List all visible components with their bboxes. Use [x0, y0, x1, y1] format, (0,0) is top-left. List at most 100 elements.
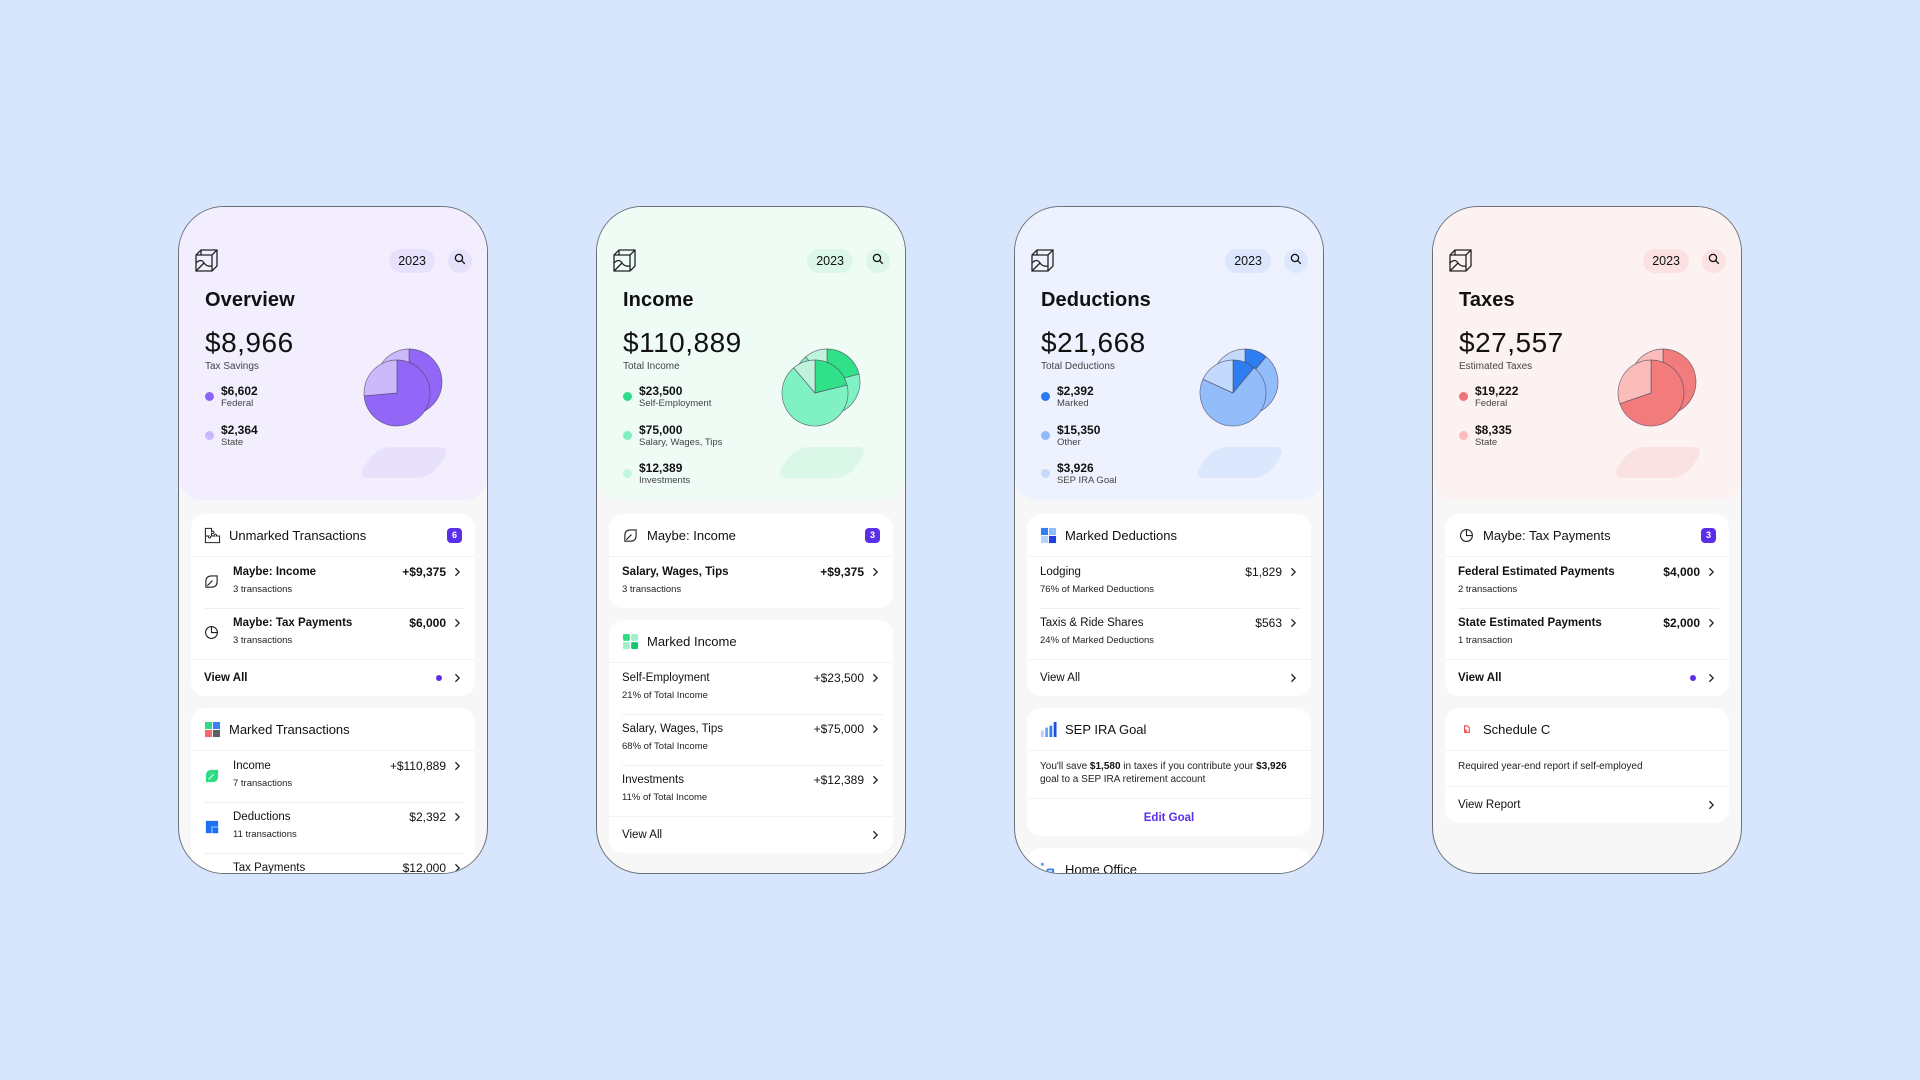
legend-text: $2,364 State	[221, 422, 258, 448]
pie-chart-svg	[781, 348, 861, 427]
list-row[interactable]: Self-Employment 21% of Total Income +$23,5…	[609, 663, 893, 714]
text-fragment: goal to a SEP IRA retirement account	[1040, 773, 1206, 785]
chevron-right-icon	[1288, 616, 1298, 630]
chevron-right-icon	[452, 759, 462, 773]
year-selector[interactable]: 2023	[1225, 249, 1271, 273]
row-title: Federal Estimated Payments	[1458, 566, 1615, 578]
search-icon	[1708, 252, 1720, 270]
blank-icon	[204, 870, 219, 873]
list-row[interactable]: Salary, Wages, Tips 3 transactions +$9,375	[609, 557, 893, 608]
legend-label: Other	[1057, 436, 1081, 448]
year-selector[interactable]: 2023	[1643, 249, 1689, 273]
summary-header: 2023 Deductions $21,668 Total Deductions $2,…	[1015, 207, 1323, 500]
chart-legend: $2,392 Marked $15,350 Other $3,926 SEP IRA Go…	[1041, 385, 1117, 501]
legend-value: $3,926	[1057, 461, 1094, 475]
card-title: Marked Transactions	[229, 721, 350, 737]
card-marked-transactions: Marked Transactions Income 7 transactions +…	[191, 708, 475, 874]
search-button[interactable]	[448, 249, 472, 273]
pie-chart	[353, 343, 453, 443]
highlight-amount: $1,580	[1089, 761, 1121, 772]
row-text: Investments 11% of Total Income	[622, 773, 814, 805]
legend-value: $6,602	[221, 384, 258, 398]
search-button[interactable]	[866, 249, 890, 273]
notification-dot	[436, 675, 442, 681]
legend-value: $12,389	[639, 461, 683, 475]
row-amount: +$75,000	[813, 722, 864, 736]
report-description: Required year-end report if self-employe…	[1458, 761, 1643, 772]
chart-legend: $6,602 Federal $2,364 State	[205, 385, 258, 462]
chevron-right-icon	[452, 861, 462, 873]
legend-dot	[1041, 392, 1050, 401]
search-button[interactable]	[1702, 249, 1726, 273]
legend-dot	[1041, 430, 1050, 440]
total-amount: $110,889	[623, 327, 742, 358]
list-row[interactable]: Taxis & Ride Shares 24% of Marked Deducti…	[1027, 608, 1311, 659]
phone-screen-deductions: 2023 Deductions $21,668 Total Deductions $2,…	[1014, 206, 1324, 874]
view-all-button[interactable]: View All	[609, 816, 893, 853]
phone-screen-overview: 2023 Overview $8,966 Tax Savings $6,602 Feder…	[178, 206, 488, 874]
chevron-right-icon	[1288, 671, 1298, 685]
year-selector[interactable]: 2023	[807, 249, 853, 273]
legend-dot	[1459, 392, 1468, 401]
year-selector[interactable]: 2023	[389, 249, 435, 273]
view-all-button[interactable]: View All	[191, 659, 475, 696]
pie-chart	[771, 343, 871, 443]
list-row[interactable]: Salary, Wages, Tips 68% of Total Income +$…	[609, 714, 893, 765]
chart-legend: $23,500 Self-Employment $75,000 Salary, Wag…	[623, 385, 722, 501]
view-report-button[interactable]: View Report	[1445, 785, 1729, 823]
edit-goal-button[interactable]: Edit Goal	[1027, 798, 1311, 836]
search-button[interactable]	[1284, 249, 1308, 273]
text-fragment: You'll save	[1040, 761, 1090, 772]
list-row[interactable]: Income 7 transactions +$110,889	[191, 751, 475, 802]
footer-label: View All	[1458, 672, 1502, 684]
card-home-office: Home Office	[1027, 848, 1311, 873]
page-title: Overview	[205, 289, 295, 311]
pie-shadow	[1610, 447, 1706, 478]
cube-logo-icon[interactable]	[1447, 247, 1474, 274]
row-subtitle: 3 transactions	[233, 635, 293, 646]
legend-dot	[205, 430, 214, 440]
footer-label: View All	[204, 672, 248, 684]
legend-text: $3,926 SEP IRA Goal	[1057, 461, 1117, 487]
list-row[interactable]: Tax Payments $12,000	[191, 853, 475, 874]
row-title: Self-Employment	[622, 672, 710, 684]
pie-chart	[1607, 343, 1707, 443]
footer-label: View All	[622, 829, 663, 841]
list-row[interactable]: Investments 11% of Total Income +$12,389	[609, 765, 893, 816]
legend-label: Federal	[221, 398, 254, 409]
row-title: State Estimated Payments	[1458, 617, 1602, 629]
card-header[interactable]: Home Office	[1027, 848, 1311, 873]
cube-logo-icon[interactable]	[611, 247, 638, 274]
total-amount: $27,557	[1459, 327, 1564, 358]
list-row[interactable]: Maybe: Tax Payments 3 transactions $6,000	[191, 608, 475, 659]
view-all-button[interactable]: View All	[1027, 659, 1311, 696]
chevron-right-icon	[870, 565, 880, 579]
pie-chart-svg	[1199, 348, 1279, 427]
legend-value: $15,350	[1057, 422, 1101, 437]
legend-value: $2,364	[221, 422, 258, 437]
legend-item: $3,926 SEP IRA Goal	[1041, 462, 1117, 501]
phone-screen-income: 2023 Income $110,889 Total Income $23,500 Sel…	[596, 206, 906, 874]
view-all-button[interactable]: View All	[1445, 659, 1729, 696]
list-row[interactable]: Lodging 76% of Marked Deductions $1,829	[1027, 557, 1311, 608]
legend-label: State	[1475, 436, 1498, 448]
row-text: Salary, Wages, Tips 68% of Total Income	[622, 722, 814, 754]
pie-chart-svg	[1617, 348, 1697, 427]
total-amount-label: Total Deductions	[1041, 361, 1115, 372]
list-row[interactable]: Maybe: Income 3 transactions +$9,375	[191, 557, 475, 608]
list-row[interactable]: Deductions 11 transactions $2,392	[191, 802, 475, 853]
row-title: Deductions	[233, 811, 291, 823]
cube-logo-icon[interactable]	[193, 247, 220, 274]
row-title: Investments	[622, 774, 684, 786]
list-row[interactable]: Federal Estimated Payments 2 transactions…	[1445, 557, 1729, 608]
chevron-right-icon	[1288, 565, 1298, 579]
list-row[interactable]: State Estimated Payments 1 transaction $2,…	[1445, 608, 1729, 659]
row-title: Tax Payments	[233, 862, 306, 874]
total-amount-label: Total Income	[623, 361, 680, 372]
row-amount: $563	[1255, 616, 1282, 630]
pie-shadow	[356, 447, 452, 478]
row-subtitle: 7 transactions	[233, 778, 293, 789]
row-amount: +$9,375	[820, 565, 864, 579]
chart-legend: $19,222 Federal $8,335 State	[1459, 385, 1518, 462]
cube-logo-icon[interactable]	[1029, 247, 1056, 274]
